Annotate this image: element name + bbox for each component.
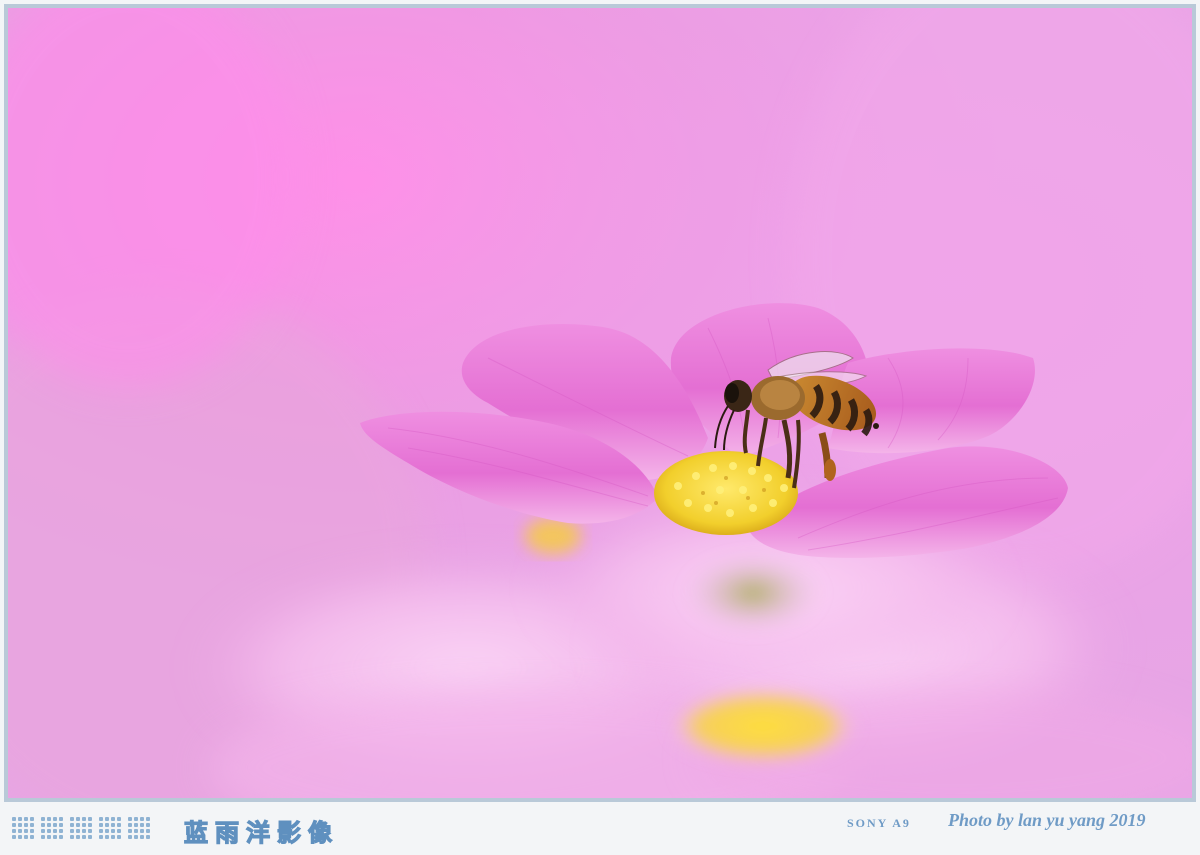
photo-credit: Photo by lan yu yang 2019 bbox=[948, 810, 1146, 830]
photo bbox=[8, 8, 1192, 798]
camera-model: SONY A9 bbox=[847, 816, 911, 830]
dot-pattern-icon bbox=[12, 817, 150, 839]
caption-bar: 蓝雨洋影像 SONY A9 Photo by lan yu yang 2019 bbox=[0, 802, 1200, 855]
photo-frame: 蓝雨洋影像 SONY A9 Photo by lan yu yang 2019 bbox=[0, 0, 1200, 855]
brand-name: 蓝雨洋影像 bbox=[183, 818, 339, 847]
bee-on-flower-image bbox=[8, 8, 1192, 798]
